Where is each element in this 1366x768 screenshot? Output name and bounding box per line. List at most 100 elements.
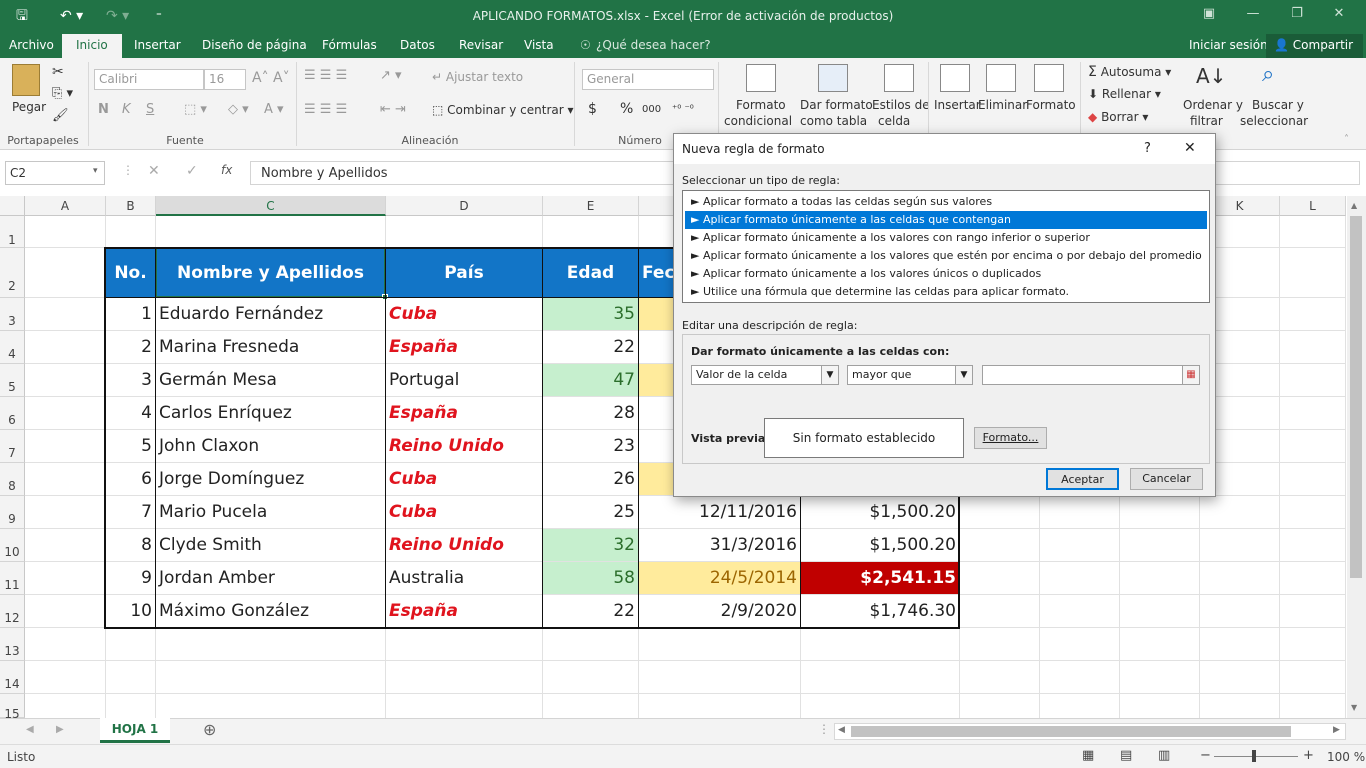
table-header-age[interactable]: Edad — [543, 248, 638, 297]
cell-name[interactable]: Mario Pucela — [156, 496, 385, 528]
cell-age[interactable]: 22 — [543, 595, 638, 627]
cell-name[interactable]: Máximo González — [156, 595, 385, 627]
merge-center-button[interactable]: ⬚ Combinar y centrar ▾ — [432, 103, 574, 117]
cut-icon[interactable]: ✂ — [52, 64, 64, 80]
zoom-slider[interactable] — [1214, 756, 1298, 757]
cell-styles-label[interactable]: Estilos de — [872, 98, 930, 112]
row-header[interactable]: 4 — [0, 331, 25, 364]
conditional-format-label-2[interactable]: condicional — [724, 114, 792, 128]
cell-name[interactable]: Marina Fresneda — [156, 331, 385, 363]
enter-formula-icon[interactable]: ✓ — [186, 163, 198, 179]
cell-no[interactable]: 6 — [106, 463, 155, 495]
tab-formulas[interactable]: Fórmulas — [322, 38, 377, 52]
row-header[interactable]: 14 — [0, 661, 25, 694]
cell-date[interactable]: 24/5/2014 — [639, 562, 800, 594]
cell-age[interactable]: 22 — [543, 331, 638, 363]
cell-date[interactable]: 31/3/2016 — [639, 529, 800, 561]
column-header[interactable]: E — [543, 196, 639, 216]
cell-no[interactable]: 7 — [106, 496, 155, 528]
row-header[interactable]: 7 — [0, 430, 25, 463]
row-header[interactable]: 6 — [0, 397, 25, 430]
cell-country[interactable]: España — [386, 595, 542, 627]
align-top-icon[interactable]: ☰ ☰ ☰ — [304, 68, 347, 83]
cell-age[interactable]: 23 — [543, 430, 638, 462]
cell-no[interactable]: 8 — [106, 529, 155, 561]
wrap-text-button[interactable]: ↵ Ajustar texto — [432, 70, 523, 84]
tab-diseno-pagina[interactable]: Diseño de página — [202, 38, 307, 52]
table-header-country[interactable]: País — [386, 248, 542, 297]
page-break-view-icon[interactable]: ▥ — [1158, 748, 1170, 763]
row-header[interactable]: 10 — [0, 529, 25, 562]
range-selector-icon[interactable]: ▦ — [1182, 366, 1199, 384]
cell-styles-label-2[interactable]: celda — [878, 114, 910, 128]
row-header[interactable]: 1 — [0, 216, 25, 248]
rule-type-item[interactable]: ► Aplicar formato a todas las celdas seg… — [685, 193, 1207, 211]
underline-button[interactable]: S — [146, 102, 154, 117]
rule-type-item[interactable]: ► Aplicar formato únicamente a los valor… — [685, 265, 1207, 283]
page-layout-view-icon[interactable]: ▤ — [1120, 748, 1132, 763]
tab-revisar[interactable]: Revisar — [459, 38, 503, 52]
copy-icon[interactable]: ⎘ ▾ — [52, 86, 73, 101]
cell-date[interactable]: 2/9/2020 — [639, 595, 800, 627]
cell-amount[interactable]: $1,746.30 — [801, 595, 959, 627]
dialog-close-button[interactable]: ✕ — [1184, 140, 1196, 156]
row-header[interactable]: 2 — [0, 248, 25, 298]
cell-country[interactable]: Reino Unido — [386, 529, 542, 561]
scroll-right-icon[interactable]: ▶ — [1333, 725, 1340, 735]
percent-button[interactable]: % — [620, 101, 633, 117]
scroll-down-icon[interactable]: ▼ — [1351, 703, 1357, 712]
cell-no[interactable]: 3 — [106, 364, 155, 396]
column-header[interactable]: A — [25, 196, 106, 216]
cell-name[interactable]: Jordan Amber — [156, 562, 385, 594]
column-header[interactable]: L — [1280, 196, 1346, 216]
tab-insertar[interactable]: Insertar — [134, 38, 181, 52]
row-header[interactable]: 5 — [0, 364, 25, 397]
conditional-format-label[interactable]: Formato — [736, 98, 786, 112]
tell-me-box[interactable]: ¿Qué desea hacer? — [596, 38, 711, 52]
minimize-icon[interactable]: — — [1238, 6, 1268, 21]
cell-country[interactable]: Portugal — [386, 364, 542, 396]
font-name-input[interactable]: Calibri — [94, 69, 204, 90]
cell-name[interactable]: Eduardo Fernández — [156, 298, 385, 330]
cell-country[interactable]: Cuba — [386, 298, 542, 330]
insert-cells-label[interactable]: Insertar — [934, 98, 981, 112]
row-header[interactable]: 13 — [0, 628, 25, 661]
tab-archivo[interactable]: Archivo — [9, 38, 54, 52]
table-header-no[interactable]: No. — [106, 248, 155, 297]
cell-amount[interactable]: $1,500.20 — [801, 496, 959, 528]
cell-no[interactable]: 10 — [106, 595, 155, 627]
vertical-scrollbar[interactable]: ▲ ▼ — [1347, 196, 1366, 718]
tab-splitter[interactable]: ⋮ — [818, 722, 830, 736]
scroll-up-icon[interactable]: ▲ — [1351, 201, 1357, 210]
thousands-button[interactable]: 000 — [642, 104, 661, 115]
row-header[interactable]: 3 — [0, 298, 25, 331]
tab-inicio[interactable]: Inicio — [62, 34, 122, 58]
cancel-formula-icon[interactable]: ✕ — [148, 163, 160, 179]
paste-button[interactable]: Pegar — [12, 100, 46, 114]
cell-date[interactable]: 12/11/2016 — [639, 496, 800, 528]
find-select-label[interactable]: Buscar y — [1252, 98, 1304, 112]
column-header[interactable]: D — [386, 196, 543, 216]
format-as-table-label[interactable]: Dar formato — [800, 98, 873, 112]
row-header[interactable]: 9 — [0, 496, 25, 529]
rule-type-item[interactable]: ► Aplicar formato únicamente a los valor… — [685, 229, 1207, 247]
format-cells-label[interactable]: Formato — [1026, 98, 1076, 112]
collapse-ribbon-icon[interactable]: ˄ — [1344, 134, 1349, 145]
ribbon-display-options-icon[interactable]: ▣ — [1194, 6, 1224, 21]
cell-name[interactable]: Carlos Enríquez — [156, 397, 385, 429]
sort-filter-icon[interactable]: A↓ — [1196, 64, 1226, 88]
row-header[interactable]: 11 — [0, 562, 25, 595]
cell-age[interactable]: 26 — [543, 463, 638, 495]
sort-filter-label[interactable]: Ordenar y — [1183, 98, 1243, 112]
ok-button[interactable]: Aceptar — [1046, 468, 1119, 490]
close-window-icon[interactable]: ✕ — [1324, 6, 1354, 21]
cell-name[interactable]: Clyde Smith — [156, 529, 385, 561]
cell-amount[interactable]: $2,541.15 — [801, 562, 959, 594]
cell-country[interactable]: Cuba — [386, 463, 542, 495]
cell-no[interactable]: 5 — [106, 430, 155, 462]
help-button[interactable]: ? — [1144, 141, 1151, 156]
delete-cells-icon[interactable] — [986, 64, 1016, 92]
borders-icon[interactable]: ⬚ ▾ — [184, 102, 207, 117]
column-header[interactable]: C — [156, 196, 386, 216]
italic-button[interactable]: K — [122, 102, 131, 117]
